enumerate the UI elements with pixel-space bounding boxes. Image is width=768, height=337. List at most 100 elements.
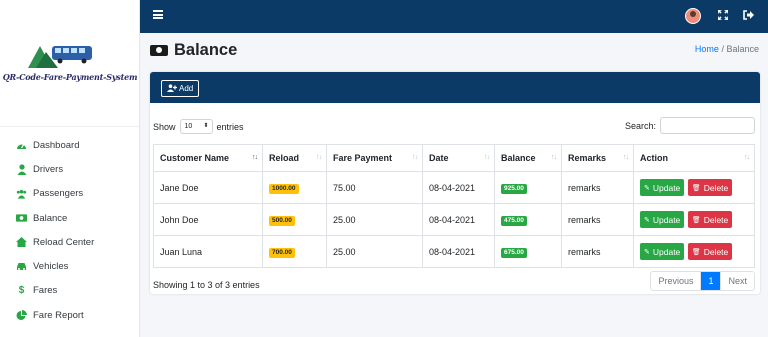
pencil-icon: ✎ [644, 184, 650, 192]
sidebar-item-label: Dashboard [33, 139, 80, 151]
column-header-label: Fare Payment [333, 153, 393, 163]
remarks-cell: remarks [561, 203, 634, 236]
sidebar-item-label: Vehicles [33, 261, 69, 273]
column-header[interactable]: Action ↑↓ [633, 144, 755, 172]
remarks-cell: remarks [561, 171, 634, 204]
delete-button[interactable]: 🗑 Delete [687, 243, 733, 260]
customer-name-cell: Juan Luna [153, 235, 263, 268]
sidebar-item-label: Drivers [33, 163, 64, 175]
hamburger-icon[interactable] [153, 10, 163, 19]
breadcrumb-separator: / [721, 44, 724, 54]
bus-logo-icon [28, 46, 92, 68]
column-header-label: Customer Name [160, 153, 230, 163]
sidebar-item-label: Fares [33, 285, 58, 297]
fullscreen-icon[interactable] [717, 9, 729, 23]
date-cell: 08-04-2021 [422, 171, 495, 204]
pie-chart-icon [16, 309, 27, 321]
search-label: Search: [624, 120, 656, 131]
balance-badge: 675.00 [501, 247, 527, 258]
date-cell: 08-04-2021 [422, 203, 495, 236]
pencil-icon: ✎ [644, 216, 650, 224]
sidebar-item-dashboard[interactable]: Dashboard [0, 133, 140, 157]
reload-cell: 700.00 [262, 235, 327, 268]
sidebar-item-fare-report[interactable]: Fare Report [0, 303, 140, 327]
sidebar-item-vehicles[interactable]: Vehicles [0, 254, 140, 278]
sidebar: QR-Code-Fare-Payment-System Dashboard Dr… [0, 0, 140, 337]
table-row: Jane Doe 1000.00 75.00 08-04-2021 925.00… [153, 171, 755, 204]
balance-card: Add Show 10 ⬍ entries Search: Customer N… [150, 72, 760, 294]
search-input[interactable] [660, 117, 755, 134]
logout-icon[interactable] [743, 10, 754, 23]
chevron-updown-icon: ⬍ [203, 123, 209, 129]
entries-select[interactable]: 10 ⬍ [179, 119, 213, 134]
update-button[interactable]: ✎ Update [640, 179, 685, 196]
reload-cell: 1000.00 [262, 171, 327, 204]
update-button[interactable]: ✎ Update [640, 243, 685, 260]
brand-logo[interactable]: QR-Code-Fare-Payment-System [0, 0, 139, 127]
reload-cell: 500.00 [262, 203, 327, 236]
column-header-label: Reload [269, 153, 300, 163]
update-button[interactable]: ✎ Update [640, 211, 685, 228]
breadcrumb-home-link[interactable]: Home [695, 44, 719, 54]
sort-icon: ↑↓ [252, 154, 258, 161]
action-cell: ✎ Update 🗑 Delete [633, 171, 755, 204]
remarks-cell: remarks [561, 235, 634, 268]
reload-badge: 500.00 [269, 215, 295, 226]
sidebar-item-drivers[interactable]: Drivers [0, 157, 140, 181]
user-icon [16, 164, 27, 175]
update-label: Update [652, 182, 681, 193]
trash-icon: 🗑 [691, 216, 701, 224]
fare-cell: 75.00 [326, 171, 423, 204]
user-plus-icon [167, 83, 177, 94]
trash-icon: 🗑 [691, 248, 701, 256]
previous-page-button[interactable]: Previous [651, 272, 702, 290]
user-avatar[interactable] [685, 8, 701, 24]
column-header[interactable]: Fare Payment ↑↓ [326, 144, 423, 172]
column-header[interactable]: Remarks ↑↓ [561, 144, 634, 172]
balance-cell: 675.00 [494, 235, 562, 268]
balance-badge: 475.00 [501, 215, 527, 226]
update-label: Update [652, 214, 681, 225]
breadcrumb: Home / Balance [695, 44, 759, 54]
next-page-button[interactable]: Next [721, 272, 754, 290]
table-row: Juan Luna 700.00 25.00 08-04-2021 675.00… [153, 235, 755, 268]
sidebar-nav: Dashboard Drivers Passengers Balance Rel… [0, 133, 140, 327]
sort-icon: ↑↓ [551, 154, 557, 161]
column-header-label: Action [640, 153, 668, 163]
column-header[interactable]: Customer Name ↑↓ [153, 144, 263, 172]
reload-badge: 1000.00 [269, 183, 299, 194]
reload-badge: 700.00 [269, 247, 295, 258]
entries-control: Show 10 ⬍ entries [153, 119, 244, 134]
column-header[interactable]: Balance ↑↓ [494, 144, 562, 172]
add-button[interactable]: Add [161, 80, 200, 97]
balance-cell: 925.00 [494, 171, 562, 204]
balance-cell: 475.00 [494, 203, 562, 236]
sort-icon: ↑↓ [484, 154, 490, 161]
balance-table: Customer Name ↑↓ Reload ↑↓ Fare Payment ↑↓ … [153, 144, 755, 268]
column-header[interactable]: Date ↑↓ [422, 144, 495, 172]
delete-button[interactable]: 🗑 Delete [687, 211, 733, 228]
add-button-label: Add [179, 84, 194, 93]
page-1-button[interactable]: 1 [701, 272, 722, 290]
card-header: Add [150, 72, 760, 103]
customer-name-cell: Jane Doe [153, 171, 263, 204]
action-cell: ✎ Update 🗑 Delete [633, 203, 755, 236]
fare-cell: 25.00 [326, 203, 423, 236]
sidebar-item-label: Passengers [33, 188, 84, 200]
sidebar-item-balance[interactable]: Balance [0, 206, 140, 230]
money-icon [150, 45, 168, 56]
tachometer-icon [16, 140, 27, 151]
column-header[interactable]: Reload ↑↓ [262, 144, 327, 172]
delete-button[interactable]: 🗑 Delete [687, 179, 733, 196]
sidebar-item-fares[interactable]: $ Fares [0, 279, 140, 303]
sidebar-item-label: Fare Report [33, 309, 84, 321]
sidebar-item-label: Balance [33, 212, 68, 224]
page-title-group: Balance [150, 41, 237, 60]
trash-icon: 🗑 [691, 184, 701, 192]
update-label: Update [652, 246, 681, 257]
sidebar-item-reload-center[interactable]: Reload Center [0, 230, 140, 254]
sort-icon: ↑↓ [412, 154, 418, 161]
sidebar-item-passengers[interactable]: Passengers [0, 182, 140, 206]
show-label: Show [153, 121, 176, 132]
date-cell: 08-04-2021 [422, 235, 495, 268]
